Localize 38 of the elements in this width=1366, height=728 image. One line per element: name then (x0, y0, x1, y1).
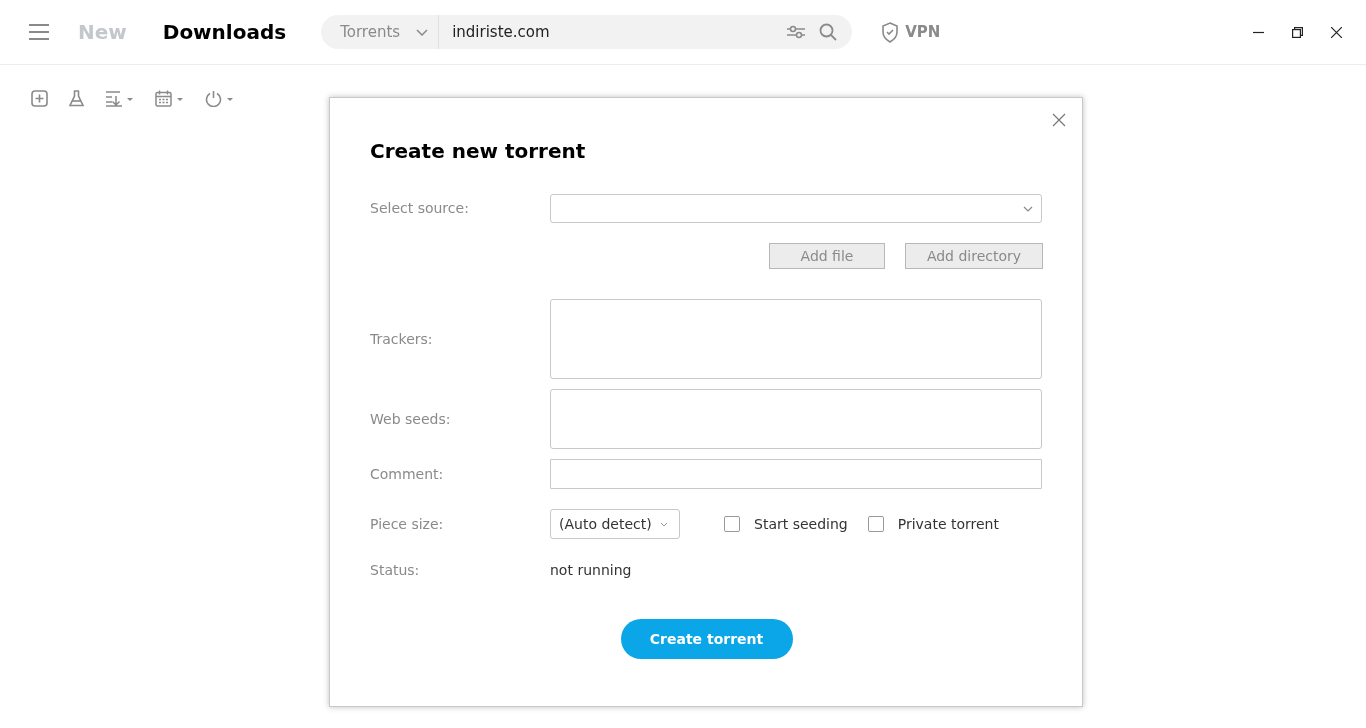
tab[interactable]: New (78, 17, 127, 47)
field-label: Select source: (370, 199, 470, 218)
scope-dropdown[interactable]: Torrents (321, 15, 440, 49)
add-directory-button[interactable]: Add directory (905, 243, 1043, 269)
field-label: Web seeds: (370, 409, 452, 429)
restore-icon[interactable] (1292, 26, 1303, 38)
filter-icon[interactable] (786, 24, 807, 40)
menu-icon[interactable] (29, 24, 49, 40)
flask-icon[interactable] (68, 90, 85, 107)
add-icon[interactable] (31, 90, 48, 107)
create-torrent-button[interactable]: Create torrent (620, 619, 793, 659)
chevron-down-icon (1023, 205, 1033, 212)
checkbox[interactable] (867, 516, 884, 532)
web-seeds-field[interactable] (549, 389, 1042, 449)
calendar-icon[interactable] (155, 90, 185, 107)
comment-field[interactable] (549, 459, 1042, 489)
vpn-button[interactable]: VPN (881, 20, 941, 44)
checkbox-label: Start seeding (754, 514, 848, 534)
close-icon[interactable] (1331, 26, 1342, 38)
checkbox-label: Private torrent (897, 514, 999, 534)
status-value: not running (550, 561, 632, 580)
shield-icon (881, 21, 900, 43)
field-label: Trackers: (370, 329, 434, 349)
field-label: Piece size: (370, 514, 445, 534)
trackers-field[interactable] (549, 299, 1042, 379)
checkbox[interactable] (724, 516, 740, 532)
field-label: Comment: (370, 464, 445, 484)
add-file-button[interactable]: Add file (769, 243, 885, 269)
chevron-down-icon (659, 521, 668, 527)
power-icon[interactable] (205, 90, 235, 107)
dialog-title: Create new torrent (370, 138, 587, 165)
search-icon[interactable] (819, 23, 838, 41)
field-label: Status: (370, 561, 421, 580)
download-list-icon[interactable] (105, 90, 135, 107)
chevron-down-icon (416, 28, 429, 36)
piece-size-dropdown[interactable]: (Auto detect) (550, 509, 680, 539)
tab[interactable]: Downloads (162, 17, 287, 47)
search-field[interactable]: Torrents indiriste.com (321, 15, 853, 49)
